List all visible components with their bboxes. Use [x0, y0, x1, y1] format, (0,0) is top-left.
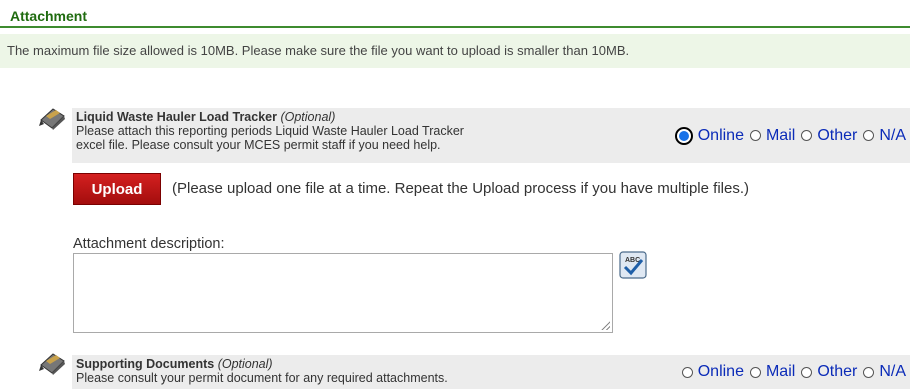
item-description: Please consult your permit document for … [76, 371, 448, 385]
info-bar: The maximum file size allowed is 10MB. P… [0, 34, 910, 68]
radio-button[interactable] [863, 366, 875, 378]
item-title: Supporting Documents [76, 357, 215, 371]
file-size-message: The maximum file size allowed is 10MB. P… [7, 43, 630, 58]
radio-other[interactable]: Other [801, 127, 857, 145]
item-text: Supporting Documents (Optional) Please c… [76, 357, 448, 385]
optional-label: (Optional) [280, 110, 336, 124]
resize-grip[interactable] [601, 321, 610, 330]
attachment-description-label: Attachment description: [73, 236, 225, 252]
optional-label: (Optional) [217, 357, 273, 371]
item-title: Liquid Waste Hauler Load Tracker [76, 110, 277, 124]
radio-button[interactable] [801, 366, 813, 378]
item-description: Please attach this reporting periods Liq… [76, 124, 464, 138]
upload-hint: (Please upload one file at a time. Repea… [172, 180, 749, 197]
pencil-icon [39, 108, 65, 130]
radio-button[interactable] [749, 366, 761, 378]
radio-button[interactable] [749, 130, 761, 141]
item-text: Liquid Waste Hauler Load Tracker (Option… [76, 110, 464, 152]
radio-mail[interactable]: Mail [749, 363, 795, 381]
attachment-description-input[interactable] [73, 253, 613, 333]
radio-button[interactable] [681, 366, 693, 378]
radio-mail[interactable]: Mail [749, 127, 795, 145]
pencil-icon [39, 353, 65, 375]
section-title: Attachment [10, 8, 88, 24]
item-row-supporting-documents: Supporting Documents (Optional) Please c… [72, 355, 910, 389]
radio-online[interactable]: Online [681, 363, 744, 381]
radio-na[interactable]: N/A [863, 127, 906, 145]
radio-na[interactable]: N/A [863, 363, 906, 381]
item-row-load-tracker: Liquid Waste Hauler Load Tracker (Option… [72, 108, 910, 163]
submission-method-group: Online Mail Other N/A [669, 108, 906, 163]
radio-button[interactable] [674, 126, 693, 145]
upload-button[interactable]: Upload [73, 173, 161, 205]
radio-online[interactable]: Online [674, 126, 744, 145]
section-header: Attachment [0, 0, 910, 28]
submission-method-group: Online Mail Other N/A [676, 355, 906, 389]
radio-button[interactable] [863, 130, 875, 141]
spellcheck-icon[interactable]: ABC [619, 251, 647, 279]
radio-button[interactable] [801, 130, 813, 141]
radio-other[interactable]: Other [801, 363, 857, 381]
item-description: excel file. Please consult your MCES per… [76, 138, 441, 152]
